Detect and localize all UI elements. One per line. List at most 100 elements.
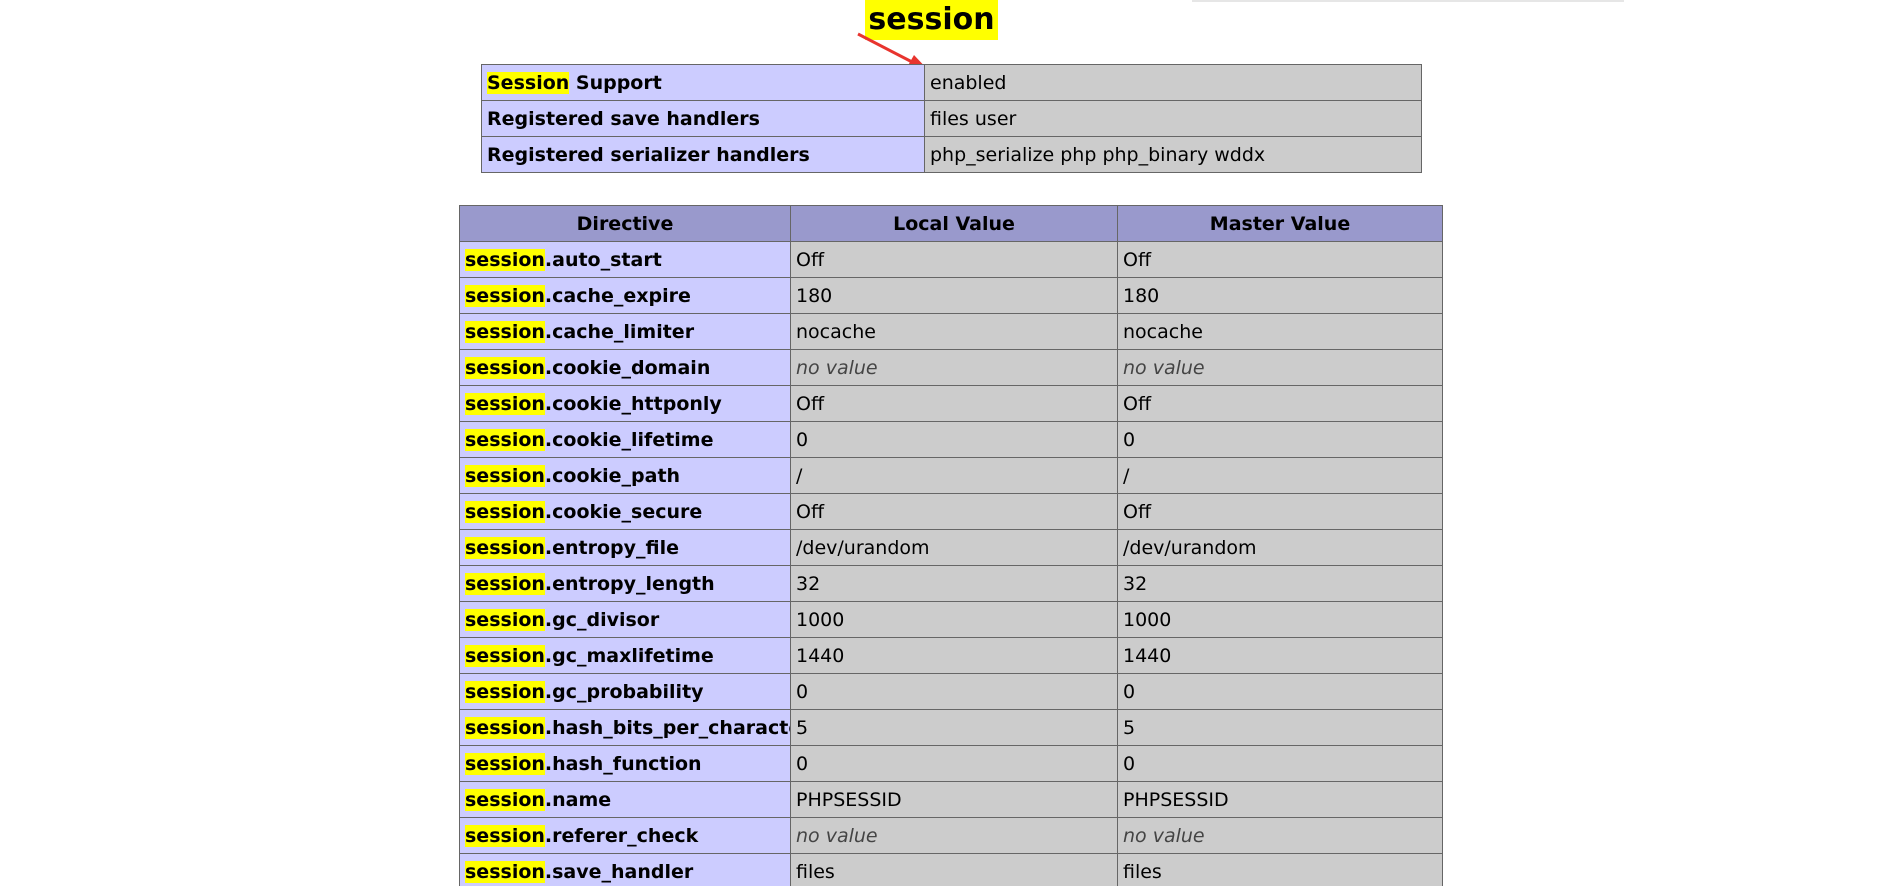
directive-local-text: /	[796, 464, 803, 487]
directive-row: session.referer_check no value no value	[459, 817, 1443, 854]
directive-name: session.gc_probability	[459, 673, 791, 710]
directive-master-text: PHPSESSID	[1123, 788, 1229, 811]
directive-master-text: 180	[1123, 284, 1160, 307]
directive-master-text: 0	[1123, 428, 1136, 451]
directive-suffix: .cookie_lifetime	[544, 428, 714, 451]
directive-suffix: .cookie_path	[544, 464, 681, 487]
directive-name: session.cookie_lifetime	[459, 421, 791, 458]
directive-local-value: Off	[790, 241, 1118, 278]
directive-master-value: nocache	[1117, 313, 1443, 350]
directive-local-value: Off	[790, 493, 1118, 530]
directive-local-text: 1440	[796, 644, 845, 667]
directive-master-text: 0	[1123, 680, 1136, 703]
directive-master-text: 5	[1123, 716, 1136, 739]
directive-name: session.cookie_path	[459, 457, 791, 494]
directive-prefix: session	[465, 248, 545, 271]
directive-row: session.cache_limiter nocache nocache	[459, 313, 1443, 350]
directive-master-text: Off	[1123, 500, 1152, 523]
header-directive: Directive	[459, 205, 791, 242]
directive-local-value: no value	[790, 817, 1118, 854]
directive-prefix: session	[465, 392, 545, 415]
directive-local-value: 5	[790, 709, 1118, 746]
directive-name: session.cookie_secure	[459, 493, 791, 530]
directive-master-value: 180	[1117, 277, 1443, 314]
directive-name: session.hash_bits_per_character	[459, 709, 791, 746]
directive-master-value: Off	[1117, 493, 1443, 530]
directive-name: session.auto_start	[459, 241, 791, 278]
directive-master-text: nocache	[1123, 320, 1203, 343]
directive-suffix: .save_handler	[544, 860, 694, 883]
directive-suffix: .referer_check	[544, 824, 699, 847]
header-local-value: Local Value	[790, 205, 1118, 242]
directive-master-value: 1440	[1117, 637, 1443, 674]
directive-row: session.entropy_file/dev/urandom/dev/ura…	[459, 529, 1443, 566]
directive-prefix: session	[465, 752, 545, 775]
directive-master-text: /	[1123, 464, 1130, 487]
directive-prefix: session	[465, 536, 545, 559]
directive-prefix: session	[465, 320, 545, 343]
directive-row: session.cookie_lifetime 0 0	[459, 421, 1443, 458]
directive-suffix: .name	[544, 788, 612, 811]
directive-master-value: 0	[1117, 673, 1443, 710]
directive-local-text: Off	[796, 500, 825, 523]
directive-local-value: /dev/urandom	[790, 529, 1118, 566]
directive-row: session.cookie_httponly Off Off	[459, 385, 1443, 422]
directive-row: session.save_handler files files	[459, 853, 1443, 886]
directive-local-value: 32	[790, 565, 1118, 602]
directive-local-value: 0	[790, 745, 1118, 782]
support-label: Registered save handlers	[481, 100, 925, 137]
directive-master-text: files	[1123, 860, 1162, 883]
directive-suffix: .entropy_file	[544, 536, 680, 559]
directive-master-value: 5	[1117, 709, 1443, 746]
directive-master-value: Off	[1117, 385, 1443, 422]
directive-master-text: /dev/urandom	[1123, 536, 1257, 559]
directive-local-value: 0	[790, 421, 1118, 458]
support-value: enabled	[924, 64, 1422, 101]
directive-name: session.save_handler	[459, 853, 791, 886]
directive-prefix: session	[465, 284, 545, 307]
directive-prefix: session	[465, 680, 545, 703]
directive-suffix: .gc_divisor	[544, 608, 660, 631]
directive-row: session.hash_bits_per_character 5 5	[459, 709, 1443, 746]
directive-suffix: .hash_function	[544, 752, 702, 775]
directive-prefix: session	[465, 464, 545, 487]
directive-name: session.referer_check	[459, 817, 791, 854]
directive-suffix: .auto_start	[544, 248, 662, 271]
directive-master-value: files	[1117, 853, 1443, 886]
directive-local-text: no value	[796, 824, 878, 847]
directive-suffix: .cookie_domain	[544, 356, 711, 379]
session-support-body: Session Support enabled Registered save ha…	[481, 64, 1422, 173]
directive-suffix: .gc_probability	[544, 680, 704, 703]
directive-prefix: session	[465, 716, 545, 739]
support-label: Registered serializer handlers	[481, 136, 925, 173]
php-info-page: session Session Support enabled Registered…	[0, 0, 1885, 886]
directive-master-text: 1440	[1123, 644, 1172, 667]
directive-local-value: 0	[790, 673, 1118, 710]
directive-row: session.cache_expire 180 180	[459, 277, 1443, 314]
directive-suffix: .cookie_httponly	[544, 392, 722, 415]
directive-master-text: no value	[1123, 824, 1205, 847]
directive-master-value: Off	[1117, 241, 1443, 278]
directive-local-text: /dev/urandom	[796, 536, 930, 559]
directive-local-text: files	[796, 860, 835, 883]
directive-master-value: 32	[1117, 565, 1443, 602]
directive-row: session.cookie_secure Off Off	[459, 493, 1443, 530]
directive-row: session.entropy_length 32 32	[459, 565, 1443, 602]
support-label-highlight: Session	[487, 71, 570, 94]
directive-local-text: 32	[796, 572, 821, 595]
directive-prefix: session	[465, 860, 545, 883]
directive-row: session.cookie_domain no value no value	[459, 349, 1443, 386]
directive-local-value: Off	[790, 385, 1118, 422]
section-heading: session	[0, 0, 1885, 46]
directive-local-text: 5	[796, 716, 809, 739]
directive-header-row: Directive Local Value Master Value	[459, 205, 1443, 242]
directive-name: session.cache_expire	[459, 277, 791, 314]
support-row: Registered serializer handlers php_serial…	[481, 136, 1422, 173]
support-label: Session Support	[481, 64, 925, 101]
directive-suffix: .cache_expire	[544, 284, 691, 307]
directive-prefix: session	[465, 500, 545, 523]
support-value: php_serialize php php_binary wddx	[924, 136, 1422, 173]
directive-row: session.name PHPSESSID PHPSESSID	[459, 781, 1443, 818]
directive-name: session.gc_divisor	[459, 601, 791, 638]
directive-row: session.gc_probability 0 0	[459, 673, 1443, 710]
